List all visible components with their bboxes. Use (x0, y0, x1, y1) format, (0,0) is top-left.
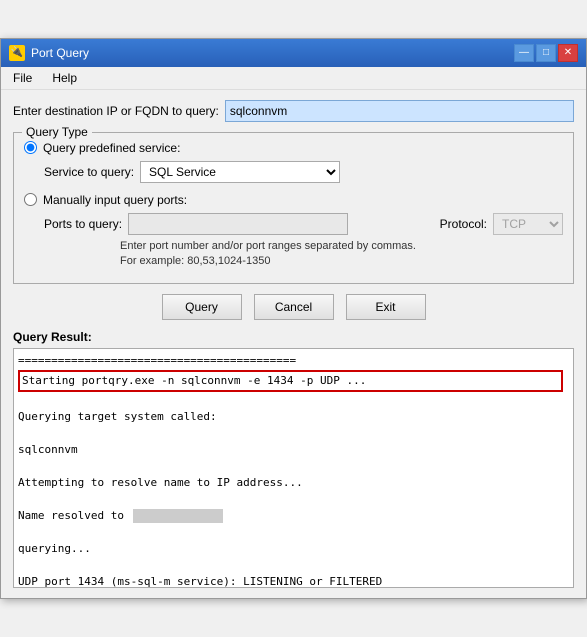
menu-file[interactable]: File (5, 69, 40, 87)
protocol-select[interactable]: TCP (493, 213, 563, 235)
hint-text: Enter port number and/or port ranges sep… (120, 239, 563, 270)
result-line-11: querying... (18, 541, 569, 558)
protocol-label: Protocol: (440, 217, 487, 231)
result-line-8 (18, 491, 569, 508)
hint-line2: For example: 80,53,1024-1350 (120, 254, 563, 269)
hint-line1: Enter port number and/or port ranges sep… (120, 239, 563, 254)
result-line-13: UDP port 1434 (ms-sql-m service): LISTEN… (18, 574, 569, 589)
main-content: Enter destination IP or FQDN to query: Q… (1, 90, 586, 599)
close-button[interactable]: ✕ (558, 44, 578, 62)
result-line-10 (18, 524, 569, 541)
result-line-1: Starting portqry.exe -n sqlconnvm -e 143… (18, 370, 563, 393)
destination-label: Enter destination IP or FQDN to query: (13, 104, 219, 118)
cancel-button[interactable]: Cancel (254, 294, 334, 320)
destination-row: Enter destination IP or FQDN to query: (13, 100, 574, 122)
main-window: 🔌 Port Query — □ ✕ File Help Enter desti… (0, 38, 587, 600)
title-bar: 🔌 Port Query — □ ✕ (1, 39, 586, 67)
menu-help[interactable]: Help (44, 69, 85, 87)
result-line-12 (18, 557, 569, 574)
result-box[interactable]: ========================================… (13, 348, 574, 588)
title-controls: — □ ✕ (514, 44, 578, 62)
ports-row: Ports to query: Protocol: TCP (44, 213, 563, 235)
result-line-7: Attempting to resolve name to IP address… (18, 475, 569, 492)
window-title: Port Query (31, 46, 89, 60)
buttons-row: Query Cancel Exit (13, 294, 574, 320)
result-line-5: sqlconnvm (18, 442, 569, 459)
service-row: Service to query: SQL Service (44, 161, 563, 183)
ports-input[interactable] (128, 213, 348, 235)
result-label: Query Result: (13, 330, 574, 344)
minimize-button[interactable]: — (514, 44, 534, 62)
result-line-0: ========================================… (18, 353, 569, 370)
predefined-radio-row: Query predefined service: (24, 141, 563, 155)
result-line-2 (18, 392, 569, 409)
result-line-3: Querying target system called: (18, 409, 569, 426)
query-button[interactable]: Query (162, 294, 242, 320)
predefined-label[interactable]: Query predefined service: (43, 141, 180, 155)
result-line-9: Name resolved to (18, 508, 569, 525)
manual-label[interactable]: Manually input query ports: (43, 193, 187, 207)
manual-radio-row: Manually input query ports: (24, 193, 563, 207)
service-select[interactable]: SQL Service (140, 161, 340, 183)
app-icon: 🔌 (9, 45, 25, 61)
ip-block (133, 509, 223, 523)
exit-button[interactable]: Exit (346, 294, 426, 320)
manual-radio[interactable] (24, 193, 37, 206)
group-box-title: Query Type (22, 125, 92, 139)
result-line-4 (18, 425, 569, 442)
title-bar-left: 🔌 Port Query (9, 45, 89, 61)
service-label: Service to query: (44, 165, 134, 179)
ports-label: Ports to query: (44, 217, 122, 231)
result-line-6 (18, 458, 569, 475)
predefined-radio[interactable] (24, 141, 37, 154)
maximize-button[interactable]: □ (536, 44, 556, 62)
query-type-group: Query Type Query predefined service: Ser… (13, 132, 574, 285)
destination-input[interactable] (225, 100, 574, 122)
menubar: File Help (1, 67, 586, 90)
